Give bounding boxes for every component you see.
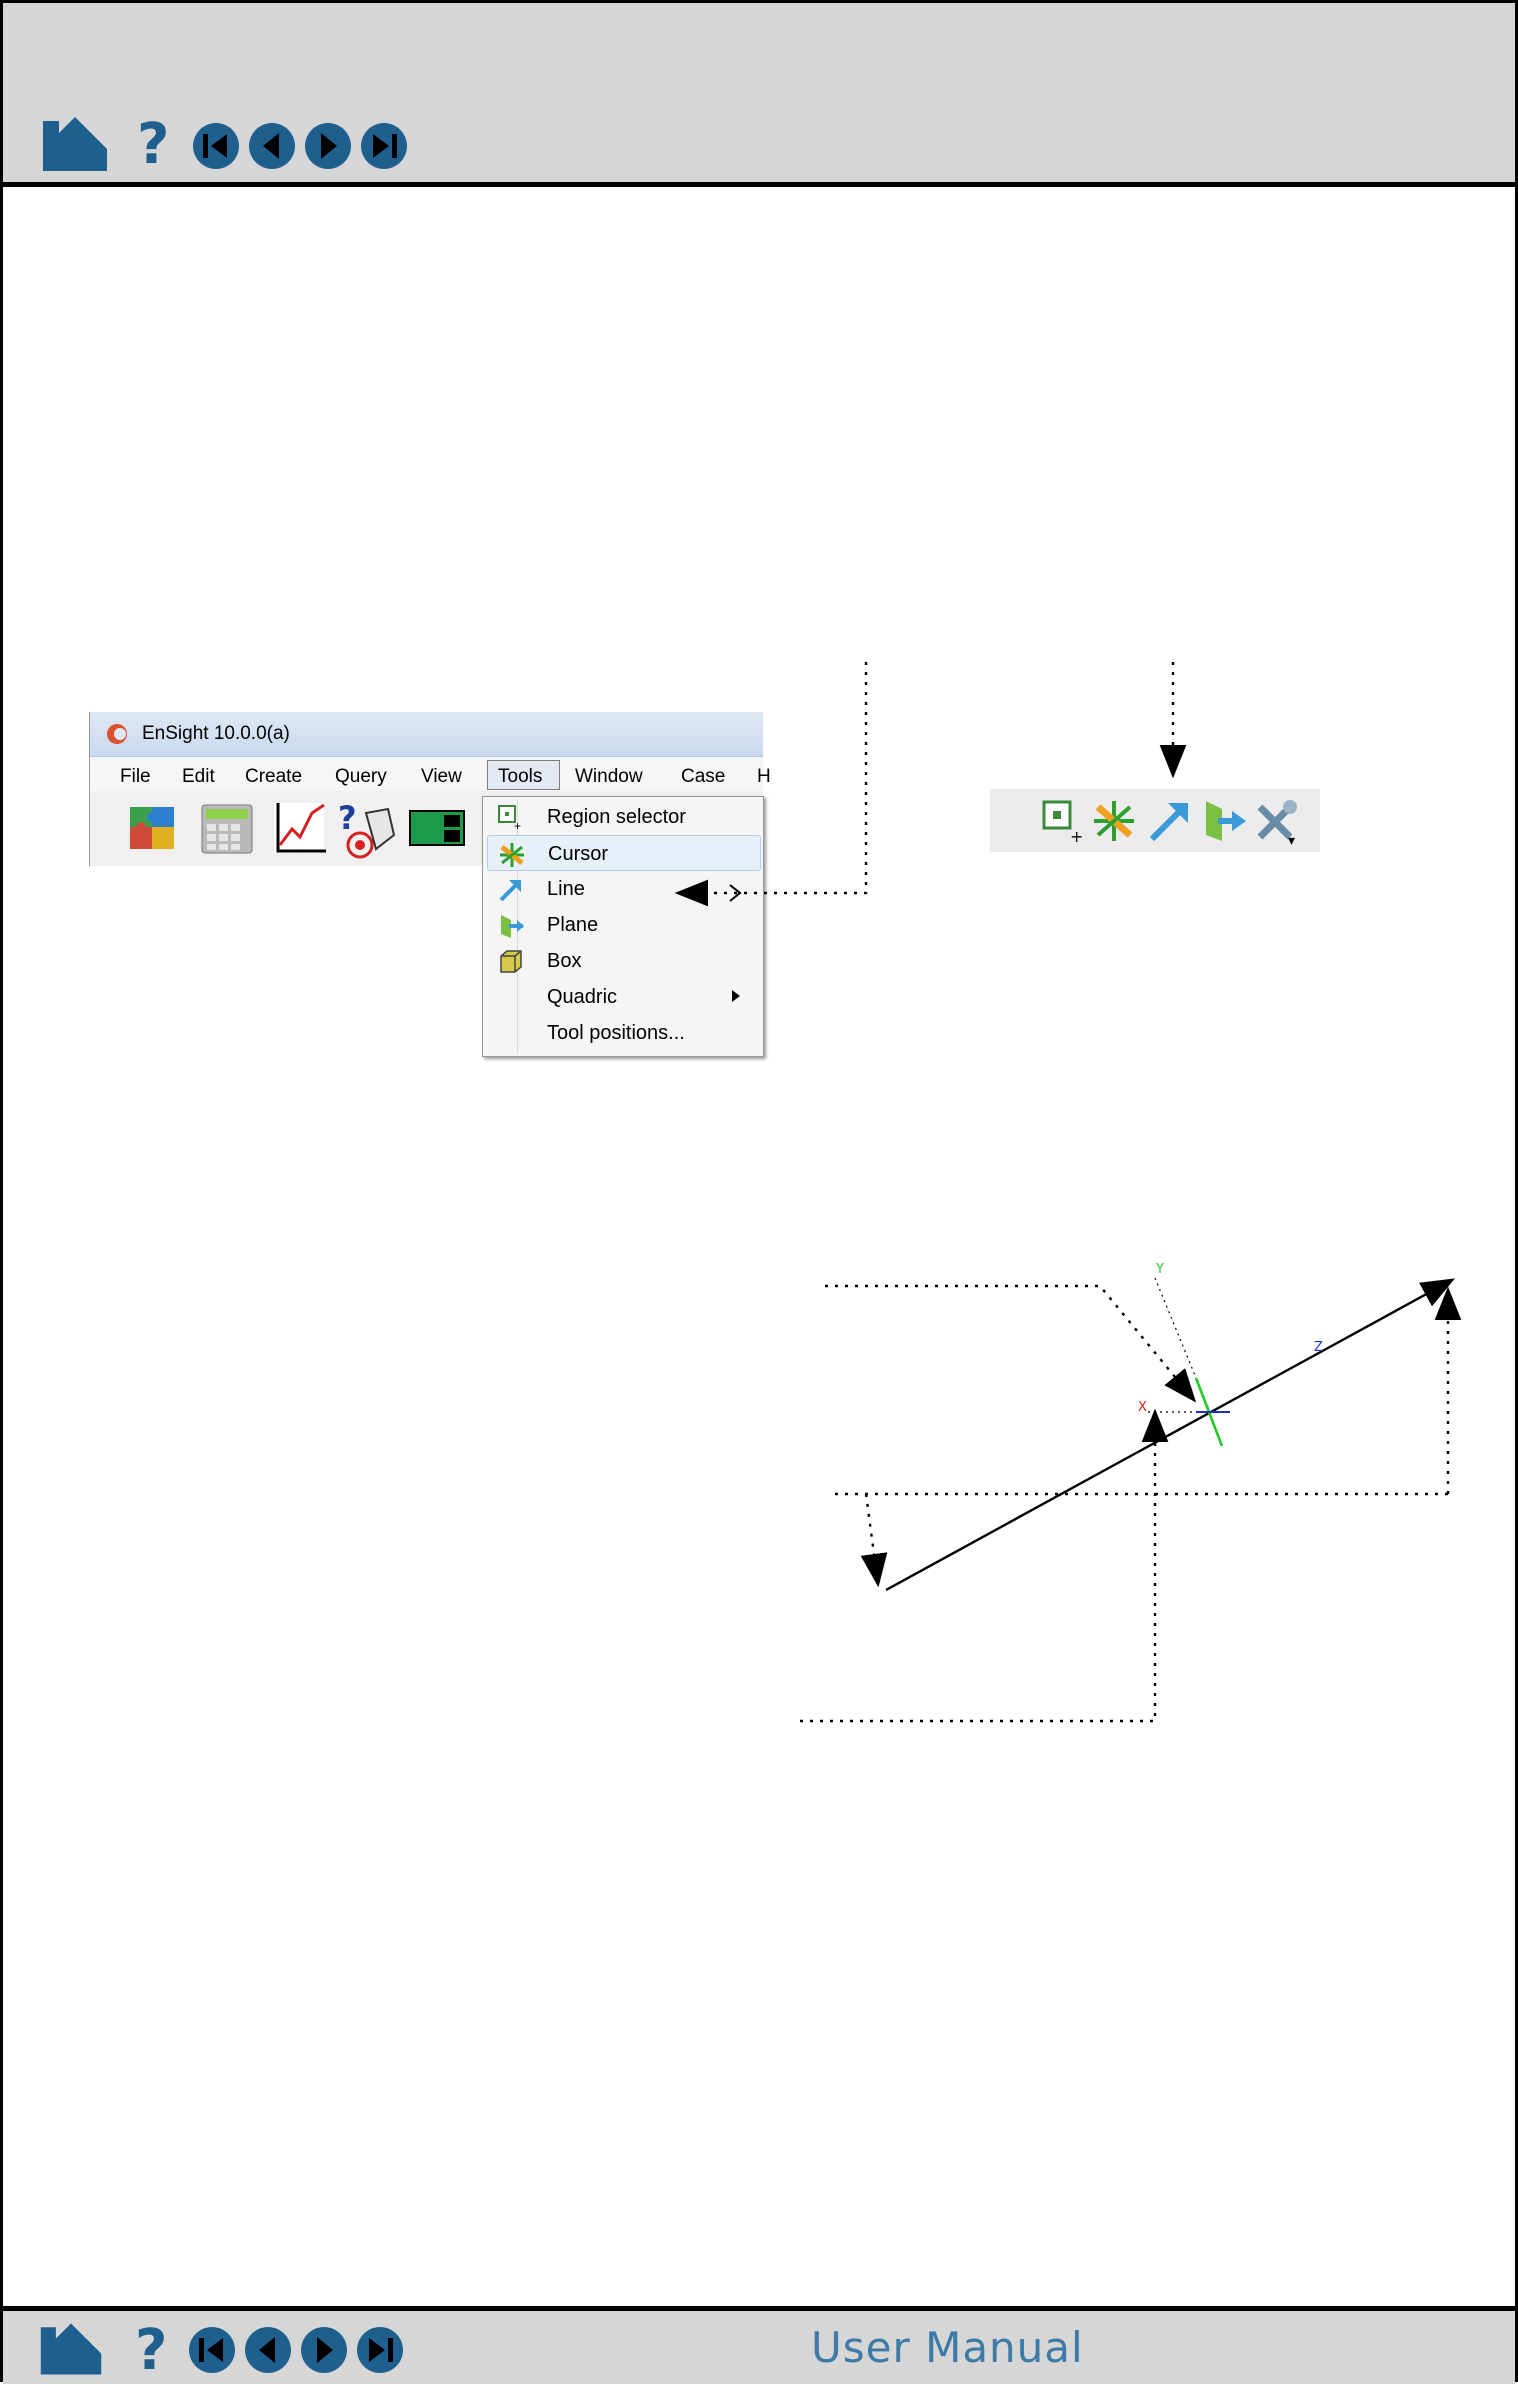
callout-start-point bbox=[860, 1493, 888, 1588]
axis-label-y: Y bbox=[1156, 1262, 1164, 1277]
footer-title: User Manual bbox=[811, 2323, 1084, 2372]
help-icon[interactable]: ? bbox=[131, 2319, 173, 2377]
last-page-icon[interactable] bbox=[355, 2325, 405, 2375]
callout-overlay bbox=[674, 662, 1462, 1723]
svg-text:?: ? bbox=[135, 2319, 167, 2377]
axis-label-x: X bbox=[1138, 1400, 1147, 1415]
callout-cursor-position bbox=[825, 1284, 1197, 1403]
axis-label-z: Z bbox=[1314, 1340, 1323, 1355]
line-tool-segment bbox=[885, 1278, 1455, 1592]
home-icon[interactable] bbox=[37, 2319, 105, 2377]
previous-page-icon[interactable] bbox=[243, 2325, 293, 2375]
callout-x-axis bbox=[800, 1408, 1169, 1723]
first-page-icon[interactable] bbox=[187, 2325, 237, 2375]
callout-line-menu bbox=[674, 662, 868, 907]
bottom-nav-bar: ? User Manual bbox=[3, 2306, 1515, 2384]
next-page-icon[interactable] bbox=[299, 2325, 349, 2375]
